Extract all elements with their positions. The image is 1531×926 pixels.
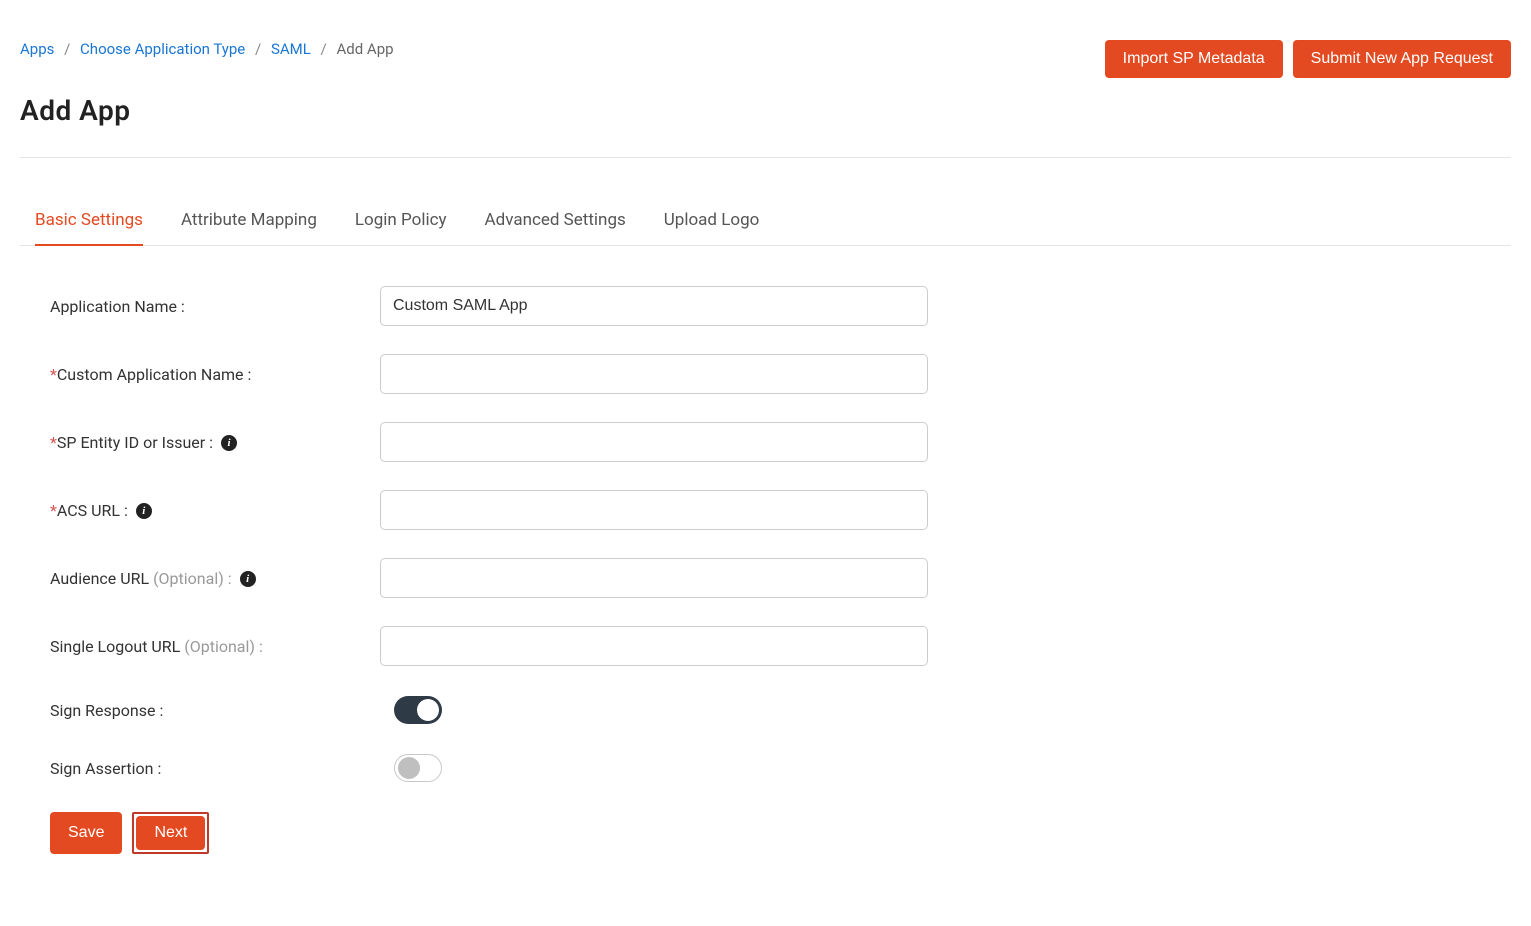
breadcrumb-sep: /	[64, 40, 70, 58]
input-sp-entity-id[interactable]	[380, 422, 928, 462]
label-application-name: Application Name :	[50, 297, 380, 316]
tab-login-policy[interactable]: Login Policy	[355, 198, 447, 246]
save-button[interactable]: Save	[50, 812, 122, 854]
page-title: Add App	[20, 94, 1511, 127]
info-icon[interactable]: i	[240, 571, 256, 587]
breadcrumb-choose-type[interactable]: Choose Application Type	[80, 40, 245, 58]
toggle-knob	[398, 757, 420, 779]
input-audience-url[interactable]	[380, 558, 928, 598]
info-icon[interactable]: i	[136, 503, 152, 519]
submit-new-app-request-button[interactable]: Submit New App Request	[1293, 40, 1511, 78]
breadcrumb-sep: /	[255, 40, 261, 58]
tab-attribute-mapping[interactable]: Attribute Mapping	[181, 198, 317, 246]
breadcrumb-apps[interactable]: Apps	[20, 40, 54, 58]
label-sign-response: Sign Response :	[50, 701, 380, 720]
tabs: Basic Settings Attribute Mapping Login P…	[20, 198, 1511, 246]
label-sign-assertion: Sign Assertion :	[50, 759, 380, 778]
input-acs-url[interactable]	[380, 490, 928, 530]
import-sp-metadata-button[interactable]: Import SP Metadata	[1105, 40, 1283, 78]
label-audience-url: Audience URL (Optional) : i	[50, 569, 380, 588]
label-sp-entity-id: *SP Entity ID or Issuer : i	[50, 433, 380, 452]
input-application-name[interactable]	[380, 286, 928, 326]
breadcrumb-sep: /	[321, 40, 327, 58]
label-acs-url: *ACS URL : i	[50, 501, 380, 520]
input-custom-application-name[interactable]	[380, 354, 928, 394]
divider	[20, 157, 1511, 158]
tab-advanced-settings[interactable]: Advanced Settings	[485, 198, 626, 246]
next-button-highlight: Next	[132, 812, 209, 854]
breadcrumb-current: Add App	[336, 40, 393, 58]
next-button[interactable]: Next	[136, 816, 205, 850]
label-custom-application-name: *Custom Application Name :	[50, 365, 380, 384]
tab-basic-settings[interactable]: Basic Settings	[35, 198, 143, 246]
info-icon[interactable]: i	[221, 435, 237, 451]
breadcrumb-saml[interactable]: SAML	[271, 40, 311, 58]
tab-upload-logo[interactable]: Upload Logo	[664, 198, 760, 246]
input-slo-url[interactable]	[380, 626, 928, 666]
label-slo-url: Single Logout URL (Optional) :	[50, 637, 380, 656]
toggle-sign-assertion[interactable]	[394, 754, 442, 782]
toggle-sign-response[interactable]	[394, 696, 442, 724]
toggle-knob	[417, 699, 439, 721]
breadcrumb: Apps / Choose Application Type / SAML / …	[20, 40, 394, 58]
